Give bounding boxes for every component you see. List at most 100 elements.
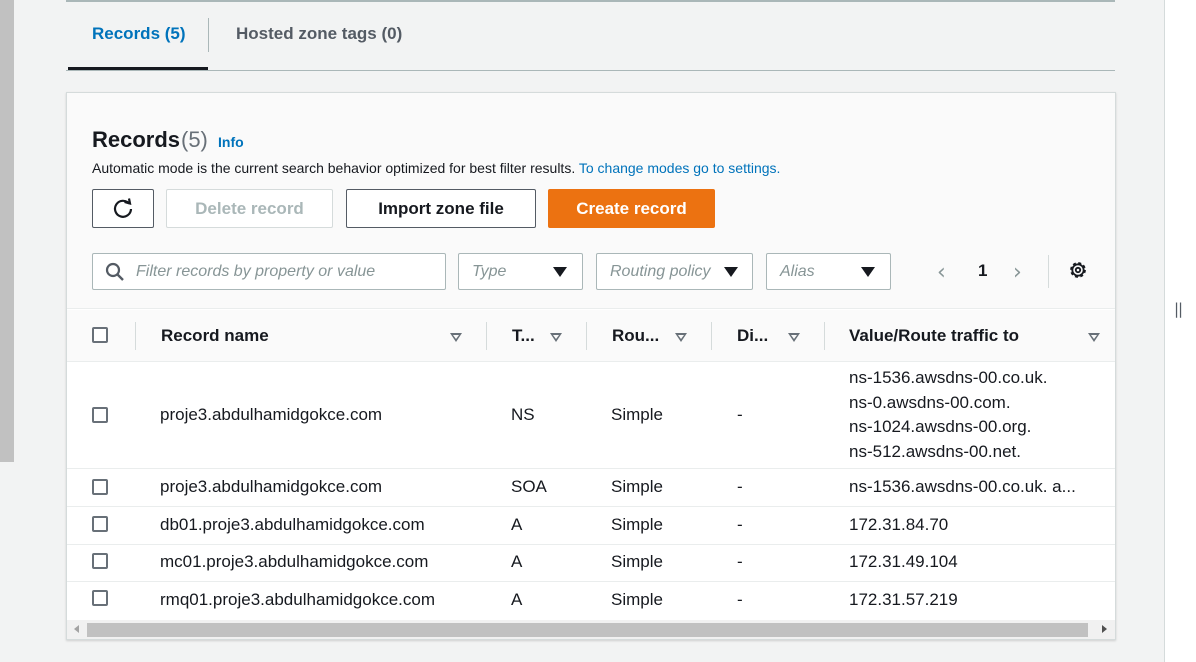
value-cell: 172.31.84.70 [849,515,949,534]
scrollbar-thumb[interactable] [87,623,1088,637]
routing-placeholder: Routing policy [610,263,711,280]
record-name-cell: db01.proje3.abdulhamidgokce.com [160,515,425,534]
table-row[interactable]: proje3.abdulhamidgokce.com SOA Simple - … [67,469,1115,507]
sort-icon[interactable] [450,333,462,342]
table-row[interactable]: rmq01.proje3.abdulhamidgokce.com A Simpl… [67,582,1115,620]
value-line: ns-0.awsdns-00.com. [849,392,1011,412]
record-name-cell: mc01.proje3.abdulhamidgokce.com [160,552,429,571]
column-header-routing-policy[interactable]: Rou... [612,326,659,346]
refresh-icon [113,197,133,218]
record-count: (5) [181,127,208,152]
search-icon [105,262,124,281]
differentiator-cell: - [737,515,743,534]
sort-icon[interactable] [675,333,687,342]
value-cell: ns-1536.awsdns-00.co.uk. ns-0.awsdns-00.… [849,366,1047,464]
description-text: Automatic mode is the current search beh… [92,160,576,176]
resize-handle-icon[interactable]: || [1174,300,1183,318]
records-panel: Records (5) Info Automatic mode is the c… [66,92,1116,640]
type-cell: A [511,590,523,609]
row-checkbox[interactable] [92,590,108,606]
scrollbar-thumb[interactable] [0,0,14,462]
value-cell: 172.31.49.104 [849,552,958,571]
record-name-cell: proje3.abdulhamidgokce.com [160,477,383,496]
row-checkbox[interactable] [92,553,108,569]
type-cell: A [511,515,523,534]
type-placeholder: Type [472,263,507,280]
panel-header: Records (5) Info Automatic mode is the c… [67,93,1115,309]
table-header: Record name T... Rou... Di... Value/Rout… [67,310,1115,362]
table-row[interactable]: mc01.proje3.abdulhamidgokce.com A Simple… [67,545,1115,582]
search-placeholder: Filter records by property or value [136,263,376,280]
column-header-record-name[interactable]: Record name [161,326,269,346]
row-checkbox[interactable] [92,479,108,495]
scroll-left-arrow-icon[interactable] [74,625,79,633]
column-divider[interactable] [586,322,587,350]
refresh-button[interactable] [92,189,154,228]
column-divider[interactable] [486,322,487,350]
settings-link[interactable]: To change modes go to settings. [579,160,781,176]
alias-filter-select[interactable]: Alias [766,253,891,290]
alias-placeholder: Alias [780,263,815,280]
column-divider[interactable] [824,322,825,350]
record-name-cell: rmq01.proje3.abdulhamidgokce.com [160,590,435,609]
info-link[interactable]: Info [218,134,244,150]
table-horizontal-scrollbar[interactable] [67,620,1115,639]
scroll-right-arrow-icon[interactable] [1102,625,1107,633]
routing-cell: Simple [611,405,663,424]
delete-record-button[interactable]: Delete record [166,189,333,228]
table-row[interactable]: proje3.abdulhamidgokce.com NS Simple - n… [67,362,1115,469]
side-panel-edge [1164,0,1196,662]
differentiator-cell: - [737,477,743,496]
sort-icon[interactable] [788,333,800,342]
current-page-number[interactable]: 1 [978,261,987,281]
active-tab-indicator [68,67,208,70]
value-cell: 172.31.57.219 [849,590,958,609]
pagination-divider [1048,255,1049,288]
record-name-cell: proje3.abdulhamidgokce.com [160,405,383,424]
value-line: ns-512.awsdns-00.net. [849,441,1021,461]
table-row[interactable]: db01.proje3.abdulhamidgokce.com A Simple… [67,507,1115,545]
type-cell: A [511,552,523,571]
column-header-type[interactable]: T... [512,326,535,346]
sort-icon[interactable] [550,333,562,342]
tab-records[interactable]: Records (5) [92,24,186,44]
column-divider[interactable] [711,322,712,350]
type-cell: SOA [511,477,547,496]
main-area: Records (5) Hosted zone tags (0) Records… [14,0,1164,662]
routing-cell: Simple [611,590,663,609]
value-cell: ns-1536.awsdns-00.co.uk. a... [849,477,1076,496]
routing-cell: Simple [611,515,663,534]
tab-bar: Records (5) Hosted zone tags (0) [66,0,1115,71]
previous-page-button[interactable]: ‹ [937,260,946,285]
panel-title: Records [92,127,181,152]
route53-records-page: Records (5) Hosted zone tags (0) Records… [0,0,1196,662]
caret-down-icon [724,267,738,277]
column-header-differentiator[interactable]: Di... [737,326,768,346]
differentiator-cell: - [737,590,743,609]
routing-cell: Simple [611,552,663,571]
routing-policy-filter-select[interactable]: Routing policy [596,253,753,290]
search-mode-description: Automatic mode is the current search beh… [92,160,780,176]
next-page-button[interactable]: › [1013,260,1022,285]
column-divider [135,322,136,350]
gear-icon[interactable] [1067,259,1089,281]
select-all-checkbox[interactable] [92,327,108,343]
tab-hosted-zone-tags[interactable]: Hosted zone tags (0) [236,24,402,44]
page-scrollbar[interactable] [0,0,14,662]
sort-icon[interactable] [1088,333,1100,342]
value-line: ns-1536.awsdns-00.co.uk. [849,368,1048,387]
row-checkbox[interactable] [92,516,108,532]
value-line: ns-1024.awsdns-00.org. [849,417,1032,437]
routing-cell: Simple [611,477,663,496]
search-input[interactable]: Filter records by property or value [92,253,446,290]
column-header-value[interactable]: Value/Route traffic to [849,326,1019,346]
caret-down-icon [861,267,875,277]
type-filter-select[interactable]: Type [458,253,583,290]
tab-divider [208,18,209,52]
create-record-button[interactable]: Create record [548,189,715,228]
differentiator-cell: - [737,552,743,571]
import-zone-file-button[interactable]: Import zone file [346,189,536,228]
differentiator-cell: - [737,405,743,424]
caret-down-icon [553,267,567,277]
row-checkbox[interactable] [92,407,108,423]
